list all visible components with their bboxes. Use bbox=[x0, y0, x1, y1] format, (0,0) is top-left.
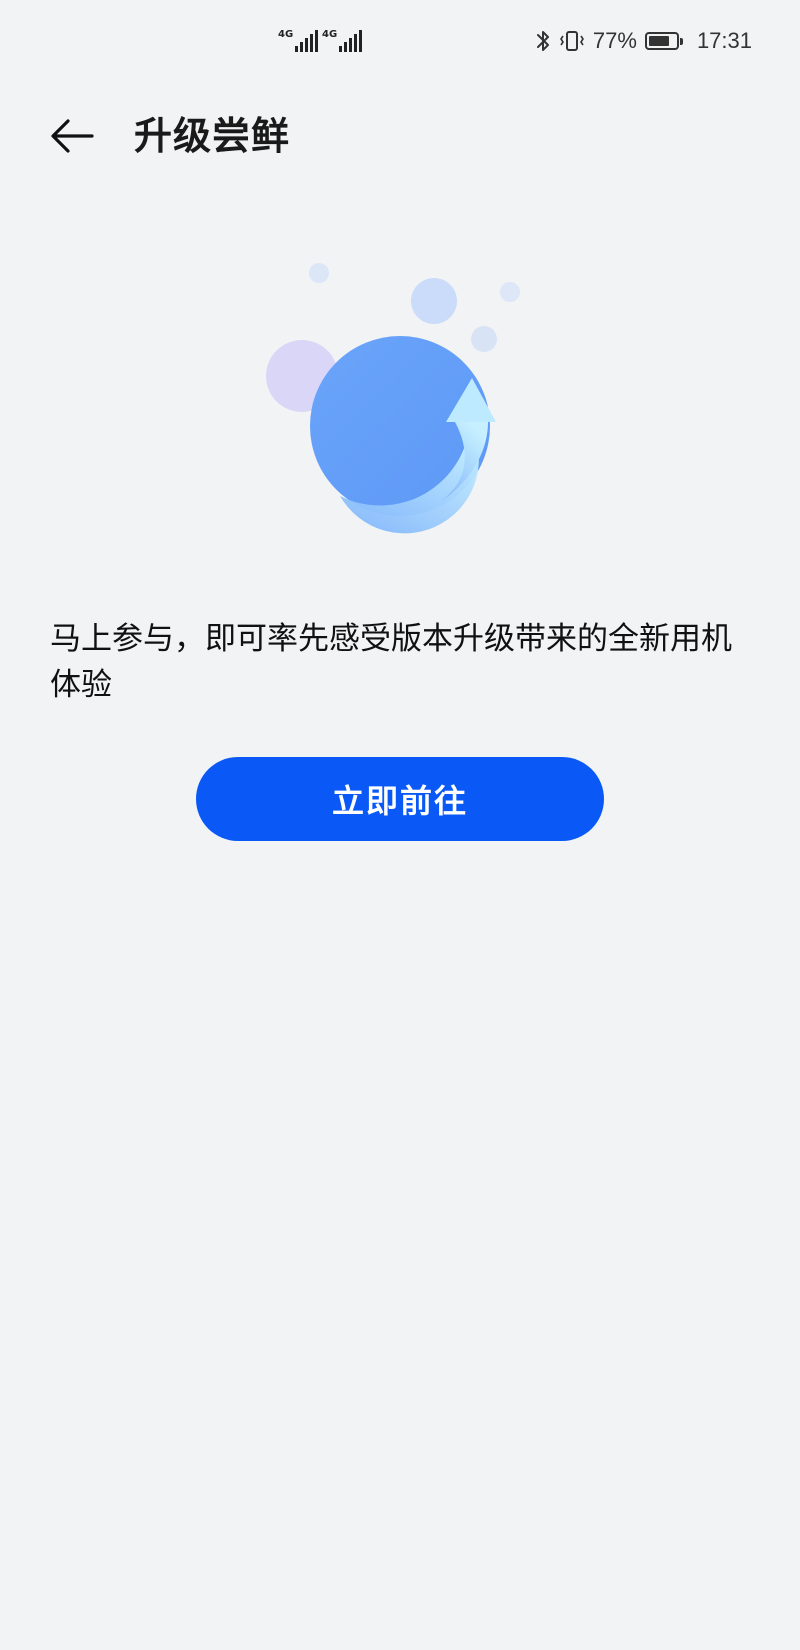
upgrade-orb-icon bbox=[266, 263, 520, 534]
page-title: 升级尝鲜 bbox=[134, 114, 291, 158]
clock: 17:31 bbox=[696, 28, 752, 53]
battery-icon bbox=[644, 32, 683, 50]
signal-bars-icon bbox=[295, 30, 319, 52]
sim2-network-label: 4G bbox=[322, 29, 338, 40]
go-now-button[interactable]: 立即前往 bbox=[196, 757, 604, 841]
status-bar: 4G 4G 77% 17:31 bbox=[0, 0, 800, 90]
upgrade-description: 马上参与，即可率先感受版本升级带来的全新用机体验 bbox=[50, 621, 732, 703]
signal-bars-icon bbox=[339, 30, 363, 52]
app-header: 升级尝鲜 bbox=[0, 100, 800, 172]
battery-percent: 77% bbox=[592, 28, 637, 53]
sim2-signal: 4G bbox=[322, 29, 363, 52]
sim1-network-label: 4G bbox=[278, 29, 294, 40]
sim1-signal: 4G bbox=[278, 29, 319, 52]
back-arrow-icon bbox=[51, 119, 94, 153]
vibrate-icon bbox=[559, 31, 584, 51]
status-right: 77% 17:31 bbox=[535, 28, 752, 54]
back-button[interactable] bbox=[46, 112, 98, 160]
upgrade-illustration bbox=[240, 240, 560, 540]
bluetooth-icon bbox=[536, 31, 549, 51]
